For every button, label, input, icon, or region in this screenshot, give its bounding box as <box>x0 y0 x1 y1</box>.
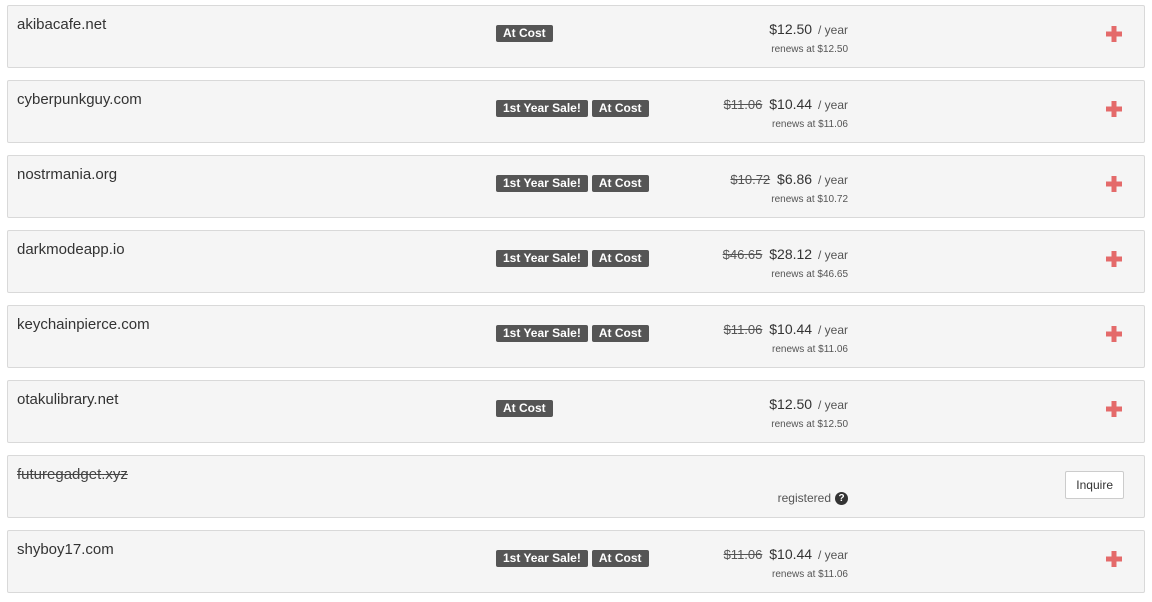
registered-label: registered <box>777 491 831 505</box>
price-unit: / year <box>817 23 848 37</box>
domain-name: futuregadget.xyz <box>17 466 128 483</box>
question-circle-icon[interactable]: ? <box>835 491 848 505</box>
add-to-cart-button[interactable] <box>1103 98 1125 120</box>
plus-icon <box>1106 251 1122 267</box>
domain-name: keychainpierce.com <box>17 316 150 333</box>
at-cost-badge: At Cost <box>591 100 649 117</box>
domain-row: cyberpunkguy.com 1st Year Sale! At Cost … <box>7 80 1145 143</box>
plus-icon <box>1106 176 1122 192</box>
plus-icon <box>1106 101 1122 117</box>
plus-icon <box>1106 551 1122 567</box>
renewal-price: renews at $10.72 <box>771 194 848 205</box>
badge-group: 1st Year Sale! At Cost <box>496 550 649 567</box>
domain-row-registered: futuregadget.xyz registered ? Inquire <box>7 455 1145 518</box>
domain-row: keychainpierce.com 1st Year Sale! At Cos… <box>7 305 1145 368</box>
at-cost-badge: At Cost <box>591 550 649 567</box>
original-price: $11.06 <box>723 547 763 562</box>
renewal-price: renews at $12.50 <box>771 44 848 55</box>
price: $11.06 $10.44 / year <box>724 96 848 112</box>
domain-row: nostrmania.org 1st Year Sale! At Cost $1… <box>7 155 1145 218</box>
price-unit: / year <box>817 173 848 187</box>
price: $10.72 $6.86 / year <box>730 171 848 187</box>
domain-row: darkmodeapp.io 1st Year Sale! At Cost $4… <box>7 230 1145 293</box>
price-unit: / year <box>817 398 848 412</box>
domain-row: otakulibrary.net At Cost $12.50 / year r… <box>7 380 1145 443</box>
at-cost-badge: At Cost <box>591 325 649 342</box>
renewal-price: renews at $11.06 <box>772 119 848 130</box>
price: $12.50 / year <box>766 21 848 37</box>
original-price: $46.65 <box>722 247 763 262</box>
add-to-cart-button[interactable] <box>1103 248 1125 270</box>
renewal-price: renews at $46.65 <box>771 269 848 280</box>
price-unit: / year <box>817 323 848 337</box>
domain-row: shyboy17.com 1st Year Sale! At Cost $11.… <box>7 530 1145 593</box>
badge-group: 1st Year Sale! At Cost <box>496 325 649 342</box>
price: $11.06 $10.44 / year <box>724 321 848 337</box>
add-to-cart-button[interactable] <box>1103 23 1125 45</box>
badge-group: 1st Year Sale! At Cost <box>496 175 649 192</box>
sale-badge: 1st Year Sale! <box>496 550 588 567</box>
original-price: $11.06 <box>723 322 763 337</box>
price-unit: / year <box>817 548 848 562</box>
renewal-price: renews at $12.50 <box>771 419 848 430</box>
plus-icon <box>1106 26 1122 42</box>
price: $46.65 $28.12 / year <box>723 246 848 262</box>
current-price: $12.50 <box>769 396 813 412</box>
add-to-cart-button[interactable] <box>1103 548 1125 570</box>
badge-group: 1st Year Sale! At Cost <box>496 100 649 117</box>
badge-group: 1st Year Sale! At Cost <box>496 250 649 267</box>
original-price: $11.06 <box>723 97 763 112</box>
at-cost-badge: At Cost <box>496 400 553 417</box>
sale-badge: 1st Year Sale! <box>496 100 588 117</box>
registered-status: registered ? <box>778 491 848 505</box>
at-cost-badge: At Cost <box>591 250 649 267</box>
renewal-price: renews at $11.06 <box>772 344 848 355</box>
domain-name: shyboy17.com <box>17 541 114 558</box>
domain-name: otakulibrary.net <box>17 391 119 408</box>
current-price: $10.44 <box>769 546 813 562</box>
badge-group: At Cost <box>496 400 553 417</box>
current-price: $10.44 <box>769 321 813 337</box>
domain-name: cyberpunkguy.com <box>17 91 142 108</box>
renewal-price: renews at $11.06 <box>772 569 848 580</box>
badge-group: At Cost <box>496 25 553 42</box>
current-price: $28.12 <box>769 246 813 262</box>
add-to-cart-button[interactable] <box>1103 173 1125 195</box>
add-to-cart-button[interactable] <box>1103 398 1125 420</box>
inquire-button[interactable]: Inquire <box>1065 471 1124 499</box>
domain-name: nostrmania.org <box>17 166 118 183</box>
current-price: $10.44 <box>769 96 813 112</box>
at-cost-badge: At Cost <box>496 25 553 42</box>
current-price: $12.50 <box>769 21 813 37</box>
price: $11.06 $10.44 / year <box>724 546 848 562</box>
add-to-cart-button[interactable] <box>1103 323 1125 345</box>
domain-name: akibacafe.net <box>17 16 107 33</box>
sale-badge: 1st Year Sale! <box>496 175 588 192</box>
price: $12.50 / year <box>766 396 848 412</box>
sale-badge: 1st Year Sale! <box>496 250 588 267</box>
at-cost-badge: At Cost <box>591 175 649 192</box>
plus-icon <box>1106 326 1122 342</box>
sale-badge: 1st Year Sale! <box>496 325 588 342</box>
domain-row: akibacafe.net At Cost $12.50 / year rene… <box>7 5 1145 68</box>
price-unit: / year <box>817 248 848 262</box>
plus-icon <box>1106 401 1122 417</box>
price-unit: / year <box>817 98 848 112</box>
original-price: $10.72 <box>730 172 771 187</box>
current-price: $6.86 <box>777 171 813 187</box>
domain-name: darkmodeapp.io <box>17 241 125 258</box>
